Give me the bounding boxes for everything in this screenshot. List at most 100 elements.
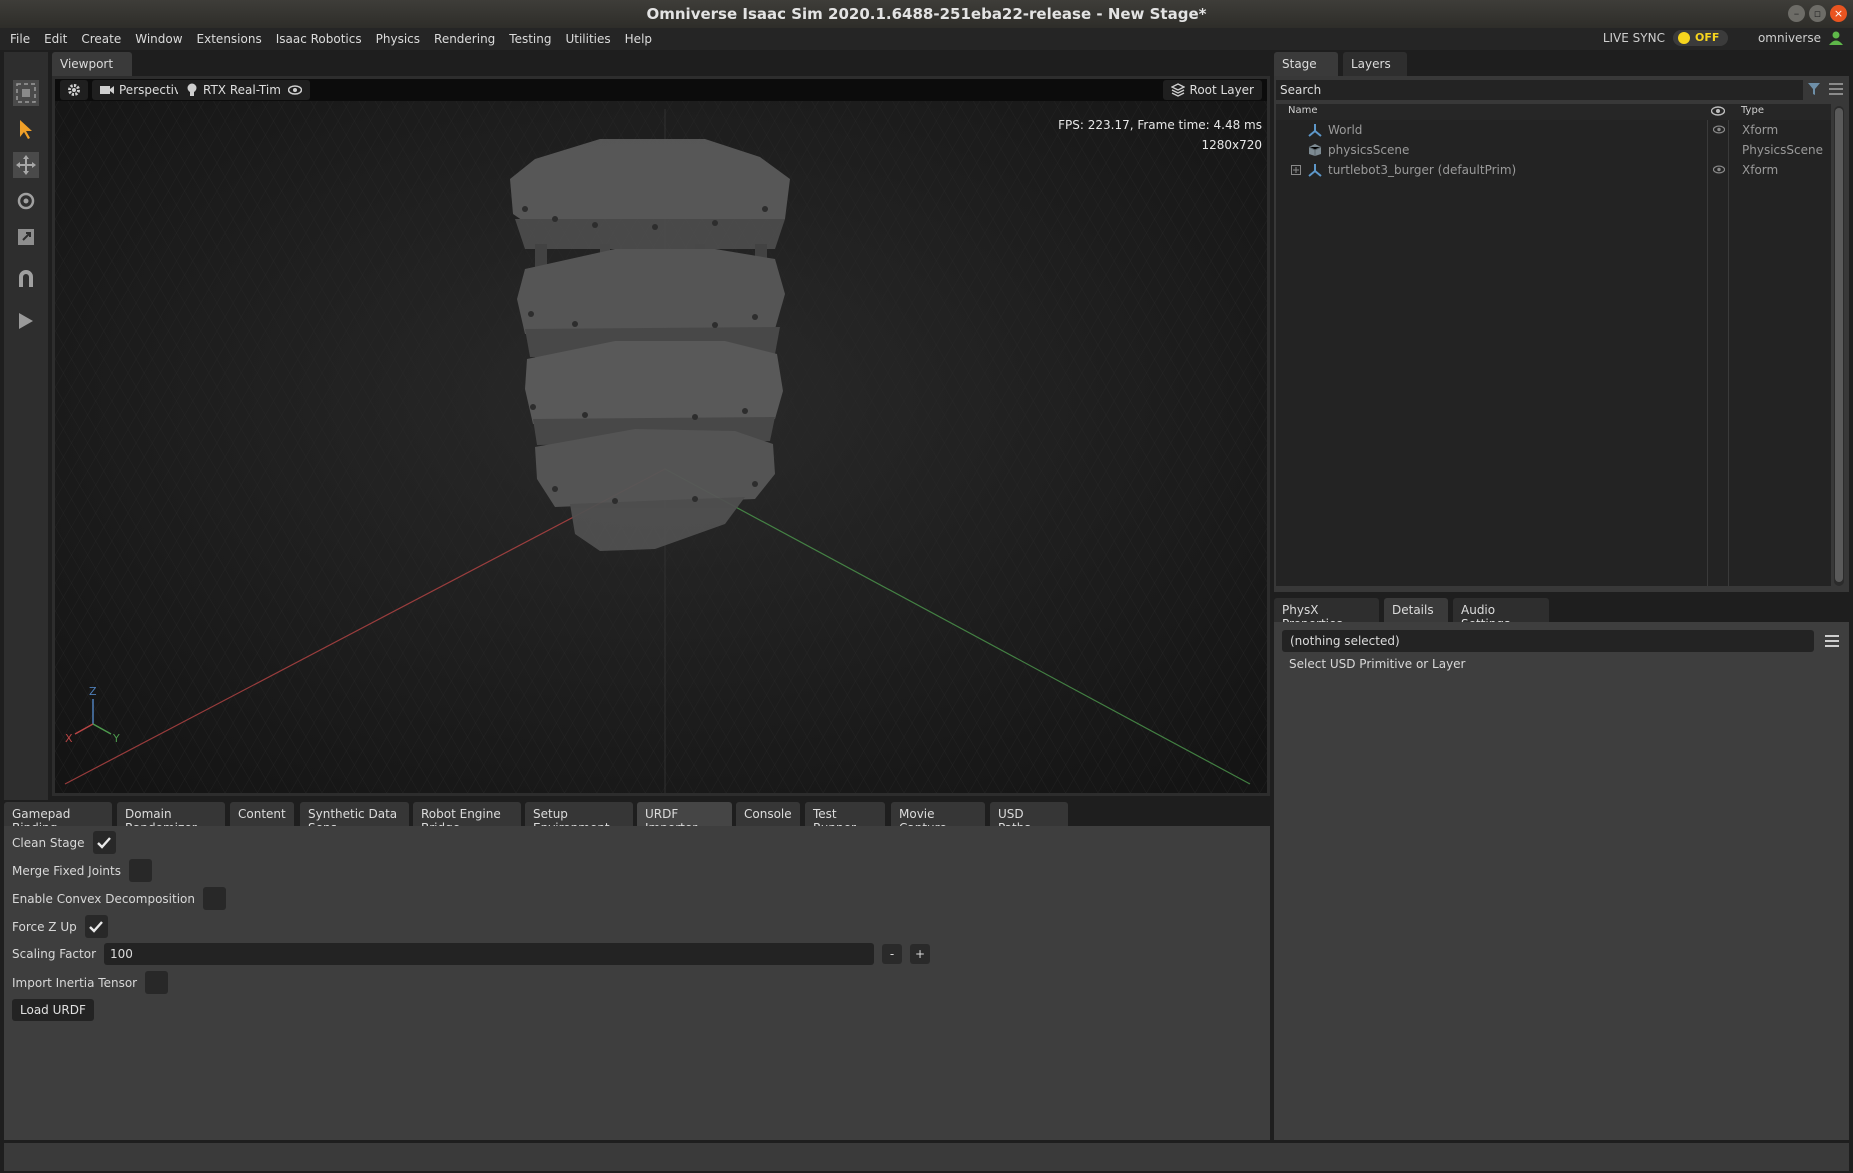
hamburger-menu-icon[interactable]	[1829, 83, 1843, 95]
import-inertia-row: Import Inertia Tensor	[12, 971, 169, 994]
render-mode-label: RTX Real-Time	[203, 83, 289, 97]
menu-window[interactable]: Window	[135, 32, 182, 46]
force-z-up-label: Force Z Up	[12, 919, 77, 934]
move-icon[interactable]	[13, 152, 39, 178]
tab-viewport[interactable]: Viewport	[52, 52, 132, 76]
tree-row-name: turtlebot3_burger (defaultPrim)	[1328, 163, 1517, 177]
scrollbar-thumb[interactable]	[1835, 108, 1843, 582]
user-icon[interactable]	[1829, 31, 1843, 45]
merge-fixed-joints-checkbox[interactable]	[128, 859, 152, 882]
expand-plus-icon[interactable]	[1291, 165, 1301, 175]
toggle-dot-icon	[1677, 32, 1690, 44]
menu-file[interactable]: File	[10, 32, 30, 46]
menu-utilities[interactable]: Utilities	[565, 32, 610, 46]
root-layer-label: Root Layer	[1189, 83, 1254, 97]
minimize-icon[interactable]: –	[1788, 5, 1805, 22]
snap-magnet-icon[interactable]	[13, 266, 39, 292]
select-mode-icon[interactable]	[13, 80, 39, 106]
live-sync-toggle[interactable]: OFF	[1672, 30, 1728, 46]
stage-scrollbar[interactable]	[1834, 106, 1844, 586]
menu-physics[interactable]: Physics	[376, 32, 420, 46]
live-sync-state: OFF	[1694, 31, 1720, 44]
details-hint: Select USD Primitive or Layer	[1289, 657, 1466, 671]
menu-testing[interactable]: Testing	[509, 32, 551, 46]
eye-icon[interactable]	[1713, 165, 1725, 174]
selection-field[interactable]: (nothing selected)	[1282, 630, 1814, 652]
tab-usd-paths[interactable]: USD Paths	[990, 802, 1068, 835]
menu-isaac-robotics[interactable]: Isaac Robotics	[276, 32, 362, 46]
convex-decomp-label: Enable Convex Decomposition	[12, 891, 195, 906]
eye-icon[interactable]	[1713, 125, 1725, 134]
close-icon[interactable]: ×	[1830, 5, 1847, 22]
tab-test-runner[interactable]: Test Runner	[805, 802, 885, 835]
scene-render[interactable]: Z X Y	[55, 79, 1267, 793]
tab-details[interactable]: Details	[1384, 598, 1448, 622]
clean-stage-checkbox[interactable]	[92, 831, 116, 854]
menu-create[interactable]: Create	[81, 32, 121, 46]
convex-decomp-checkbox[interactable]	[203, 887, 226, 910]
x-axis-label: X	[65, 732, 73, 745]
tab-layers[interactable]: Layers	[1343, 52, 1407, 76]
fps-readout: FPS: 223.17, Frame time: 4.48 ms	[1058, 118, 1262, 132]
tab-audio-settings[interactable]: Audio Settings	[1453, 598, 1549, 631]
menu-rendering[interactable]: Rendering	[434, 32, 495, 46]
col-type: Type	[1741, 105, 1764, 116]
status-bar	[4, 1143, 1849, 1171]
tree-row-turtlebot[interactable]: turtlebot3_burger (defaultPrim) Xform	[1276, 160, 1831, 180]
render-mode-button[interactable]: RTX Real-Time	[178, 80, 297, 100]
menu-edit[interactable]: Edit	[44, 32, 67, 46]
details-panel: (nothing selected) Select USD Primitive …	[1274, 622, 1849, 1140]
maximize-icon[interactable]: ▫	[1809, 5, 1826, 22]
tree-row-type: Xform	[1742, 123, 1779, 137]
viewport-stats: FPS: 223.17, Frame time: 4.48 ms 1280x72…	[1058, 115, 1262, 155]
force-z-up-row: Force Z Up	[12, 915, 108, 938]
scale-icon[interactable]	[13, 224, 39, 250]
checkmark-icon	[89, 920, 104, 933]
tab-urdf-importer[interactable]: URDF Importer	[637, 802, 732, 835]
tab-gamepad-binding[interactable]: Gamepad Binding	[4, 802, 112, 835]
tab-physx-properties[interactable]: PhysX Properties	[1274, 598, 1379, 631]
tab-console[interactable]: Console	[736, 802, 800, 826]
viewport[interactable]: Z X Y Perspective RTX Real-Time Root Lay…	[52, 76, 1270, 796]
tab-stage[interactable]: Stage	[1274, 52, 1338, 76]
load-urdf-row: Load URDF	[12, 999, 94, 1021]
menu-extensions[interactable]: Extensions	[197, 32, 262, 46]
scaling-increment-button[interactable]: +	[910, 944, 931, 964]
stage-tree: World Xform physicsScene PhysicsScene tu…	[1276, 120, 1831, 586]
window-title: Omniverse Isaac Sim 2020.1.6488-251eba22…	[646, 5, 1207, 23]
bottom-tab-row: Gamepad Binding Domain Randomizer Conten…	[4, 802, 1270, 835]
rotate-icon[interactable]	[13, 188, 39, 214]
tab-robot-engine-bridge[interactable]: Robot Engine Bridge	[413, 802, 521, 835]
viewport-settings-button[interactable]	[60, 80, 88, 100]
props-tab-row: PhysX Properties Details Audio Settings	[1274, 598, 1849, 631]
tab-movie-capture[interactable]: Movie Capture	[891, 802, 985, 835]
clean-stage-row: Clean Stage	[12, 831, 116, 854]
stage-search-input[interactable]: Search	[1276, 80, 1803, 100]
root-layer-button[interactable]: Root Layer	[1162, 80, 1262, 100]
tab-setup-environment[interactable]: Setup Environment...	[525, 802, 633, 835]
visibility-button[interactable]	[280, 80, 310, 100]
tree-row-physicsscene[interactable]: physicsScene PhysicsScene	[1276, 140, 1831, 160]
menu-bar: File Edit Create Window Extensions Isaac…	[0, 28, 1853, 50]
tree-row-world[interactable]: World Xform	[1276, 120, 1831, 140]
menu-help[interactable]: Help	[625, 32, 652, 46]
viewport-header: Perspective RTX Real-Time Root Layer	[55, 79, 1267, 101]
play-icon[interactable]	[13, 308, 39, 334]
load-urdf-button[interactable]: Load URDF	[12, 999, 94, 1021]
filter-icon[interactable]	[1807, 82, 1821, 96]
tab-domain-randomizer[interactable]: Domain Randomizer	[117, 802, 225, 835]
tree-row-name: physicsScene	[1328, 143, 1410, 157]
tree-row-type: PhysicsScene	[1742, 143, 1823, 157]
force-z-up-checkbox[interactable]	[84, 915, 108, 938]
select-arrow-icon[interactable]	[13, 116, 39, 142]
scaling-factor-input[interactable]: 100	[104, 943, 875, 965]
hamburger-menu-icon[interactable]	[1825, 635, 1839, 647]
turtlebot-model	[510, 139, 790, 551]
merge-fixed-joints-label: Merge Fixed Joints	[12, 863, 121, 878]
tab-content[interactable]: Content	[230, 802, 294, 826]
tab-synthetic-data[interactable]: Synthetic Data Sens...	[300, 802, 409, 835]
z-axis-label: Z	[89, 685, 97, 698]
import-inertia-checkbox[interactable]	[145, 971, 169, 994]
tree-row-name: World	[1328, 123, 1363, 137]
scaling-decrement-button[interactable]: -	[882, 944, 903, 964]
